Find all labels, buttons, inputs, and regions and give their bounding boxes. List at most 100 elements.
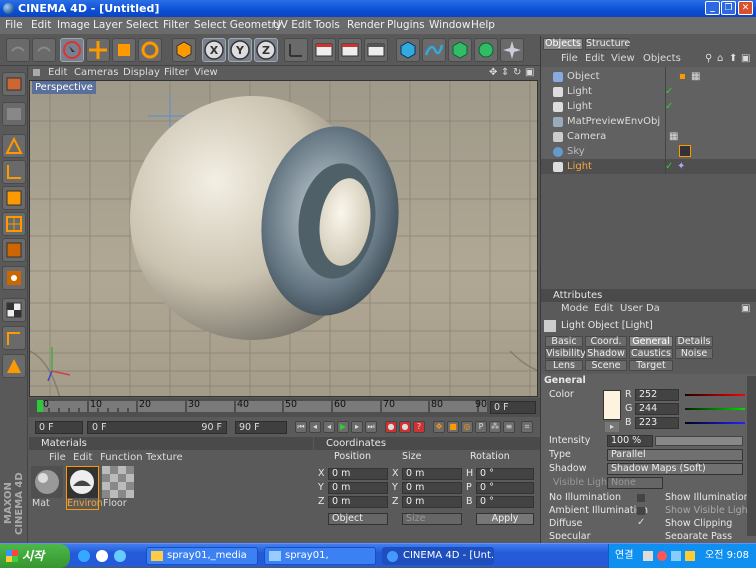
material-mat[interactable]: Mat [31, 466, 63, 510]
play-icon[interactable]: ▶ [337, 421, 349, 433]
sculpt-tool-icon[interactable] [2, 354, 26, 378]
menu-render[interactable]: Render [347, 17, 384, 34]
menu-filter[interactable]: Filter [163, 17, 189, 34]
viewport-menu-cameras[interactable]: Cameras [74, 66, 118, 80]
timeline-editor-icon[interactable]: ⌗ [521, 421, 533, 433]
ie-quicklaunch-icon[interactable] [78, 550, 90, 562]
intensity-slider[interactable] [655, 436, 743, 446]
key-scale-icon[interactable]: ■ [447, 421, 459, 433]
shadow-dropdown[interactable]: Shadow Maps (Soft) [607, 463, 743, 475]
perspective-viewport[interactable]: Perspective [29, 80, 538, 397]
menu-layer[interactable]: Layer [93, 17, 122, 34]
viewport-rotate-icon[interactable]: ↻ [513, 66, 521, 80]
end-frame-field[interactable]: 90 F [235, 421, 287, 434]
outlook-quicklaunch-icon[interactable] [96, 550, 108, 562]
object-row-matpreview[interactable]: MatPreviewEnvObj [541, 114, 756, 129]
color-g-field[interactable]: 244 [635, 403, 679, 415]
volume-icon[interactable] [671, 551, 681, 561]
undo-icon[interactable] [6, 38, 30, 62]
use-edges-tool-icon[interactable] [2, 160, 26, 184]
menu-help[interactable]: Help [471, 17, 495, 34]
tab-structure[interactable]: Structure [585, 38, 630, 50]
viewport-zoom-icon[interactable]: ⇕ [501, 66, 509, 80]
tab-caustics[interactable]: Caustics [629, 348, 673, 359]
menu-plugins[interactable]: Plugins [387, 17, 425, 34]
pos-x-field[interactable]: 0 m [328, 468, 388, 480]
texture-tool-icon[interactable] [2, 212, 26, 236]
cube-primitive-icon[interactable] [396, 38, 420, 62]
size-y-field[interactable]: 0 m [402, 482, 462, 494]
snap-tool-icon[interactable] [2, 298, 26, 322]
maximize-button[interactable]: ❐ [721, 1, 736, 15]
key-position-icon[interactable]: ✥ [433, 421, 445, 433]
attributes-menu-mode[interactable]: Mode [561, 302, 588, 315]
use-points-tool-icon[interactable] [2, 134, 26, 158]
color-swatch[interactable] [603, 390, 621, 420]
color-b-field[interactable]: 223 [635, 417, 679, 429]
move-icon[interactable] [86, 38, 110, 62]
x-axis-icon[interactable]: X [202, 38, 226, 62]
start-button[interactable]: 시작 [0, 544, 70, 568]
objects-up-icon[interactable]: ⬆ [729, 52, 737, 65]
pos-y-field[interactable]: 0 m [328, 482, 388, 494]
key-pla-icon[interactable]: ⁂ [489, 421, 501, 433]
viewport-maximize-icon[interactable]: ▣ [525, 66, 534, 80]
objects-new-view-icon[interactable]: ▣ [741, 52, 750, 65]
size-z-field[interactable]: 0 m [402, 496, 462, 508]
attributes-menu-edit[interactable]: Edit [594, 302, 613, 315]
pos-z-field[interactable]: 0 m [328, 496, 388, 508]
menu-image[interactable]: Image [57, 17, 90, 34]
rot-p-field[interactable]: 0 ° [476, 482, 534, 494]
objects-menu-edit[interactable]: Edit [585, 52, 604, 65]
render-picture-viewer-icon[interactable] [338, 38, 362, 62]
color-b-slider[interactable] [685, 422, 745, 424]
array-icon[interactable] [474, 38, 498, 62]
viewport-menu-view[interactable]: View [194, 66, 218, 80]
render-settings-icon[interactable] [364, 38, 388, 62]
rot-b-field[interactable]: 0 ° [476, 496, 534, 508]
intensity-field[interactable]: 100 % [607, 435, 653, 447]
prev-key-icon[interactable]: ◂ [309, 421, 321, 433]
menu-window[interactable]: Window [429, 17, 470, 34]
viewport-menu-display[interactable]: Display [123, 66, 160, 80]
scheme-icon[interactable]: ≡ [503, 421, 515, 433]
materials-menu-function[interactable]: Function [100, 451, 143, 464]
tab-visibility[interactable]: Visibility [545, 348, 586, 359]
y-axis-icon[interactable]: Y [228, 38, 252, 62]
tab-general[interactable]: General [629, 336, 673, 347]
size-mode-dropdown[interactable]: Size [402, 513, 462, 525]
tab-target[interactable]: Target [629, 360, 673, 371]
rot-h-field[interactable]: 0 ° [476, 468, 534, 480]
type-dropdown[interactable]: Parallel [607, 449, 743, 461]
use-model-tool-icon[interactable] [2, 72, 26, 96]
attributes-menu-userdata[interactable]: User Da [620, 302, 660, 315]
task-spray-media[interactable]: spray01,_media [146, 547, 258, 565]
z-axis-icon[interactable]: Z [254, 38, 278, 62]
no-illumination-checkbox[interactable] [637, 494, 645, 502]
render-view-icon[interactable] [312, 38, 336, 62]
frame-range-slider[interactable]: 0 F 90 F [87, 421, 227, 434]
step-forward-icon[interactable]: ▸ [351, 421, 363, 433]
tab-scene[interactable]: Scene [585, 360, 627, 371]
key-rotation-icon[interactable]: ◎ [461, 421, 473, 433]
material-environ[interactable]: Environ [66, 466, 103, 510]
close-button[interactable]: ✕ [738, 1, 753, 15]
live-selection-icon[interactable] [60, 38, 84, 62]
objects-search-icon[interactable]: ⚲ [705, 52, 712, 65]
menu-select-geometry[interactable]: Select Geometry [194, 17, 282, 34]
task-cinema4d[interactable]: CINEMA 4D - [Unt... [382, 547, 494, 565]
materials-menu-edit[interactable]: Edit [73, 451, 92, 464]
task-spray[interactable]: spray01, [264, 547, 376, 565]
goto-end-icon[interactable]: ⏭ [365, 421, 377, 433]
tab-shadow[interactable]: Shadow [585, 348, 627, 359]
visible-light-dropdown[interactable]: None [607, 477, 663, 489]
minimize-button[interactable]: _ [705, 1, 720, 15]
object-row-light-selected[interactable]: Light ✓ ✦ [541, 159, 756, 174]
ime-icon[interactable] [685, 551, 695, 561]
network-icon[interactable] [643, 551, 653, 561]
tab-lens[interactable]: Lens [545, 360, 583, 371]
menu-file[interactable]: File [5, 17, 23, 34]
apply-button[interactable]: Apply [476, 513, 534, 525]
timeline-ruler[interactable]: 0 10 20 30 40 50 60 70 80 90 0 F [29, 398, 540, 417]
object-row-object[interactable]: Object ▪ ▦ [541, 69, 756, 84]
